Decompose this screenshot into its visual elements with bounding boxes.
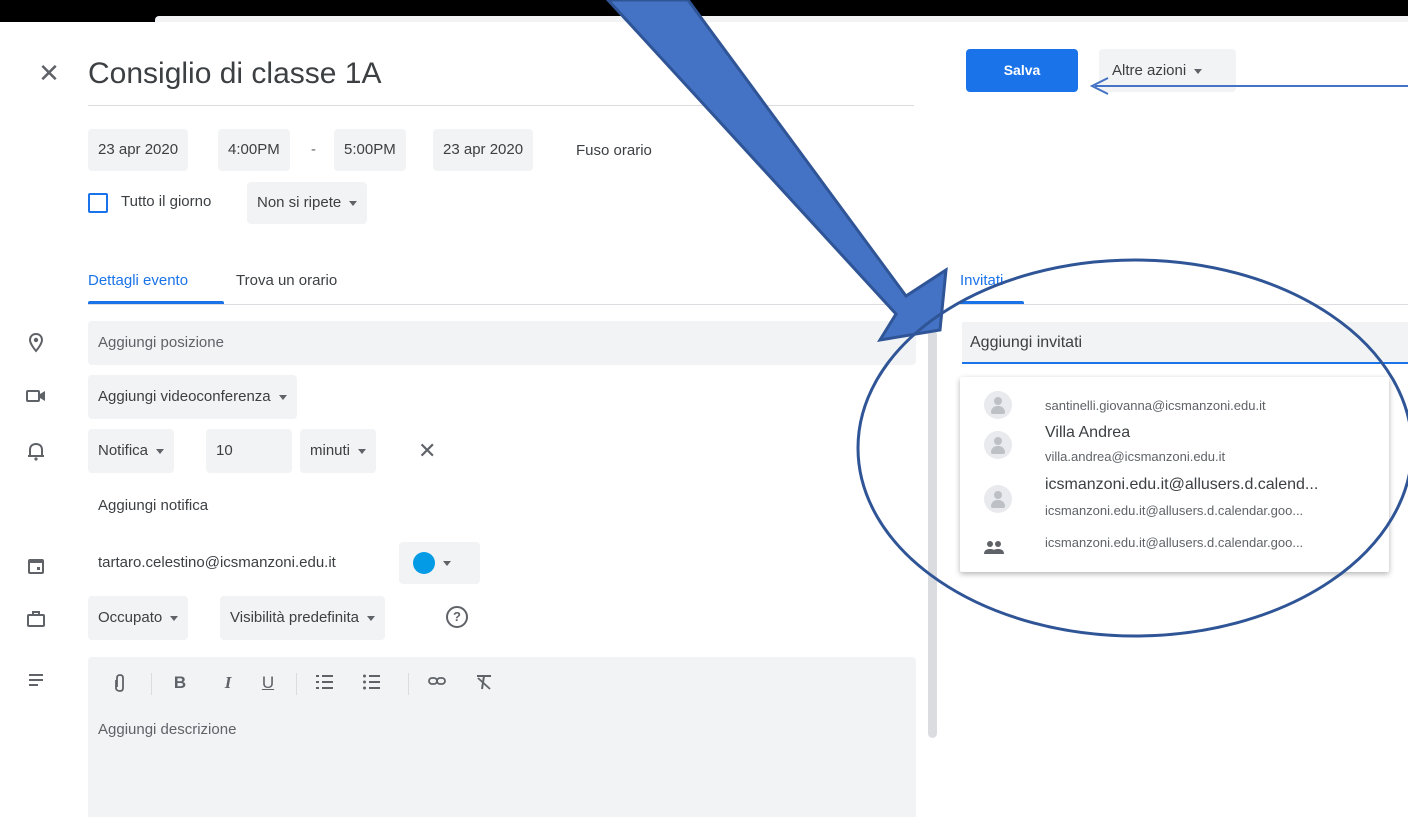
guest-suggestion-item[interactable]: icsmanzoni.edu.it@allusers.d.calendar.go… <box>960 529 1389 569</box>
availability-dropdown[interactable]: Occupato <box>88 596 189 640</box>
location-input[interactable]: Aggiungi posizione <box>88 321 916 365</box>
scrollbar-thumb[interactable] <box>928 330 937 738</box>
bold-icon[interactable]: B <box>168 673 192 693</box>
notification-unit-dropdown[interactable]: minuti <box>300 429 377 473</box>
guest-suggestion-name: Villa Andrea <box>1045 424 1131 441</box>
link-icon[interactable] <box>425 673 449 693</box>
calendar-icon <box>24 556 48 580</box>
chevron-down-icon <box>156 448 165 454</box>
notification-type-dropdown[interactable]: Notifica <box>88 429 175 473</box>
visibility-dropdown[interactable]: Visibilità predefinita <box>220 596 385 640</box>
tab-event-details[interactable]: Dettagli evento <box>88 272 188 289</box>
video-camera-icon <box>24 386 48 410</box>
notification-unit-label: minuti <box>310 442 351 459</box>
add-notification-link[interactable]: Aggiungi notifica <box>98 497 208 514</box>
chevron-down-icon <box>278 394 287 400</box>
all-day-label: Tutto il giorno <box>121 193 212 210</box>
add-guests-input[interactable]: Aggiungi invitati <box>962 322 1408 364</box>
chevron-down-icon <box>358 448 367 454</box>
location-pin-icon <box>24 332 48 356</box>
calendar-color-swatch <box>413 552 435 575</box>
event-title-input[interactable]: Consiglio di classe 1A <box>88 54 914 106</box>
top-bar <box>0 0 1408 22</box>
group-icon <box>982 539 1006 562</box>
more-actions-label: Altre azioni <box>1112 62 1187 79</box>
avatar <box>984 485 1012 513</box>
end-date-button[interactable]: 23 apr 2020 <box>433 129 534 171</box>
avatar <box>984 391 1012 419</box>
tab-find-time[interactable]: Trova un orario <box>236 272 337 289</box>
top-bar-edge <box>155 16 1408 22</box>
more-actions-button[interactable]: Altre azioni <box>1099 49 1236 92</box>
tabs-divider <box>88 304 916 305</box>
video-conference-dropdown[interactable]: Aggiungi videoconferenza <box>88 375 297 419</box>
guest-suggestion-email: icsmanzoni.edu.it@allusers.d.calendar.go… <box>1045 535 1304 550</box>
help-icon[interactable]: ? <box>446 606 468 628</box>
underline-icon[interactable]: U <box>256 673 280 693</box>
chevron-down-icon <box>349 200 358 206</box>
bell-icon <box>24 440 48 464</box>
calendar-owner-label: tartaro.celestino@icsmanzoni.edu.it <box>98 554 336 571</box>
visibility-label: Visibilità predefinita <box>230 609 359 626</box>
guest-suggestion-email: santinelli.giovanna@icsmanzoni.edu.it <box>1045 398 1266 413</box>
description-lines-icon <box>24 670 48 694</box>
briefcase-icon <box>24 609 48 633</box>
video-conference-label: Aggiungi videoconferenza <box>98 388 271 405</box>
chevron-down-icon <box>170 615 179 621</box>
guest-suggestion-name: icsmanzoni.edu.it@allusers.d.calend... <box>1045 476 1319 493</box>
time-separator: - <box>311 141 316 158</box>
remove-notification-icon[interactable]: ✕ <box>418 438 436 464</box>
close-icon[interactable]: ✕ <box>34 58 64 88</box>
toolbar-separator <box>296 673 297 695</box>
avatar <box>984 431 1012 459</box>
repeat-label: Non si ripete <box>257 194 342 211</box>
description-placeholder: Aggiungi descrizione <box>98 721 237 738</box>
guest-suggestions-dropdown: santinelli.giovanna@icsmanzoni.edu.it Vi… <box>960 377 1389 572</box>
clear-formatting-icon[interactable] <box>472 673 496 696</box>
chevron-down-icon <box>1194 68 1203 74</box>
tab-guests[interactable]: Invitati <box>960 272 1003 289</box>
notification-value-input[interactable]: 10 <box>206 429 292 473</box>
repeat-dropdown[interactable]: Non si ripete <box>247 182 368 224</box>
attachment-icon[interactable] <box>108 673 132 698</box>
timezone-link[interactable]: Fuso orario <box>576 142 652 159</box>
end-time-button[interactable]: 5:00PM <box>334 129 406 171</box>
toolbar-separator <box>408 673 409 695</box>
guest-suggestion-item[interactable]: Villa Andrea villa.andrea@icsmanzoni.edu… <box>960 421 1389 471</box>
chevron-down-icon <box>366 615 375 621</box>
guests-tabs-divider <box>960 304 1408 305</box>
toolbar-separator <box>151 673 152 695</box>
annotation-big-arrow <box>605 0 948 343</box>
guest-suggestion-email: villa.andrea@icsmanzoni.edu.it <box>1045 449 1226 464</box>
notification-type-label: Notifica <box>98 442 149 459</box>
start-date-button[interactable]: 23 apr 2020 <box>88 129 189 171</box>
save-button[interactable]: Salva <box>966 49 1078 92</box>
guest-suggestion-email: icsmanzoni.edu.it@allusers.d.calendar.go… <box>1045 503 1304 518</box>
all-day-checkbox[interactable] <box>88 193 108 213</box>
bulleted-list-icon[interactable] <box>360 673 384 696</box>
description-editor[interactable]: B I U Aggiungi descrizione <box>88 657 916 817</box>
numbered-list-icon[interactable] <box>313 673 337 696</box>
chevron-down-icon <box>443 560 451 566</box>
guest-suggestion-item[interactable]: icsmanzoni.edu.it@allusers.d.calend... i… <box>960 473 1389 527</box>
calendar-event-editor: ✕ Consiglio di classe 1A 23 apr 2020 4:0… <box>0 0 1408 817</box>
availability-label: Occupato <box>98 609 163 626</box>
calendar-color-dropdown[interactable] <box>399 542 480 584</box>
italic-icon[interactable]: I <box>216 673 240 693</box>
start-time-button[interactable]: 4:00PM <box>218 129 290 171</box>
